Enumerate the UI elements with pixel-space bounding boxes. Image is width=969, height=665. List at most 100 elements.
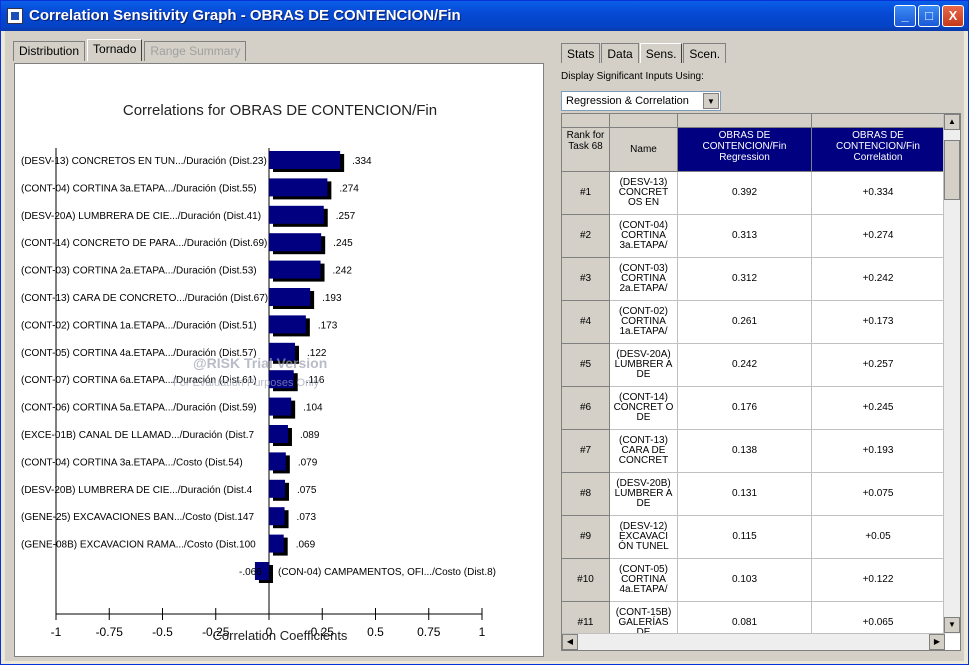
tab-scen[interactable]: Scen. [683, 43, 727, 63]
header-correlation[interactable]: OBRAS DE CONTENCION/Fin Correlation [812, 128, 945, 172]
tab-data[interactable]: Data [601, 43, 639, 63]
bar-value: .245 [333, 238, 353, 249]
bar [269, 534, 284, 553]
bar-label: (GENE-25) EXCAVACIONES BAN.../Costo (Dis… [21, 512, 254, 523]
name-cell: (DESV-13) CONCRET OS EN [610, 172, 678, 215]
correlation-cell: +0.122 [812, 559, 945, 602]
sensitivity-table[interactable]: Rank for Task 68 Name OBRAS DE CONTENCIO… [561, 113, 961, 651]
bar-label: (CONT-02) CORTINA 1a.ETAPA.../Duración (… [21, 320, 257, 331]
bar-label: (GENE-08B) EXCAVACION RAMA.../Costo (Dis… [21, 540, 256, 551]
bar-value: .104 [303, 403, 323, 414]
scroll-down-icon[interactable]: ▼ [944, 617, 960, 633]
name-cell: (CONT-13) CARA DE CONCRET [610, 430, 678, 473]
bar [269, 260, 321, 279]
correlation-cell: +0.245 [812, 387, 945, 430]
rank-cell: #2 [562, 215, 610, 258]
bar-value: .079 [298, 457, 318, 468]
bar [269, 315, 306, 334]
rank-cell: #4 [562, 301, 610, 344]
regression-cell: 0.242 [678, 344, 812, 387]
tab-tornado[interactable]: Tornado [87, 39, 143, 61]
name-cell: (CONT-14) CONCRET O DE [610, 387, 678, 430]
regression-cell: 0.138 [678, 430, 812, 473]
regression-cell: 0.313 [678, 215, 812, 258]
correlation-cell: +0.274 [812, 215, 945, 258]
close-button[interactable]: X [942, 5, 964, 27]
chevron-down-icon[interactable]: ▼ [703, 93, 719, 109]
app-icon[interactable] [7, 8, 23, 24]
bar-label: (CON-04) CAMPAMENTOS, OFI.../Costo (Dist… [278, 567, 496, 578]
regression-cell: 0.131 [678, 473, 812, 516]
scroll-thumb[interactable] [944, 140, 960, 200]
horizontal-scrollbar[interactable]: ◀ ▶ [562, 633, 945, 650]
name-cell: (CONT-02) CORTINA 1a.ETAPA/ [610, 301, 678, 344]
bar-label: (EXCE-01B) CANAL DE LLAMAD.../Duración (… [21, 430, 254, 441]
scroll-right-icon[interactable]: ▶ [929, 634, 945, 650]
bar-label: (CONT-03) CORTINA 2a.ETAPA.../Duración (… [21, 266, 257, 277]
tab-range-summary: Range Summary [144, 41, 247, 61]
rank-cell: #6 [562, 387, 610, 430]
bar-value: .193 [322, 293, 342, 304]
correlation-cell: +0.075 [812, 473, 945, 516]
bar-label: (CONT-13) CARA DE CONCRETO.../Duración (… [21, 293, 268, 304]
tab-distribution[interactable]: Distribution [13, 41, 86, 61]
graph-panel: Distribution Tornado Range Summary Corre… [9, 37, 547, 659]
bar-label: (CONT-04) CORTINA 3a.ETAPA.../Duración (… [21, 183, 257, 194]
scroll-left-icon[interactable]: ◀ [562, 634, 578, 650]
header-rank: Rank for Task 68 [562, 128, 610, 172]
name-cell: (CONT-05) CORTINA 4a.ETAPA/ [610, 559, 678, 602]
bar [269, 507, 285, 526]
results-tabs: Stats Data Sens. Scen. [561, 43, 727, 65]
minimize-button[interactable]: _ [894, 5, 916, 27]
tab-stats[interactable]: Stats [561, 43, 601, 63]
tornado-chart: -1 -0.75 -0.5 -0.25 0 0.25 0.5 0.75 1(DESV-13) C… [21, 148, 496, 639]
graph-tabs: Distribution Tornado Range Summary [13, 39, 248, 63]
watermark-text: @RISK Trial Version [193, 355, 327, 371]
vertical-scrollbar[interactable]: ▲ ▼ [943, 114, 960, 634]
bar-value: .173 [318, 320, 338, 331]
significant-inputs-select[interactable]: Regression & Correlation ▼ [561, 91, 721, 111]
rank-cell: #9 [562, 516, 610, 559]
tab-sens[interactable]: Sens. [639, 43, 683, 63]
maximize-button[interactable]: □ [918, 5, 940, 27]
bar-value: -.066 [239, 567, 262, 578]
regression-cell: 0.312 [678, 258, 812, 301]
sensitivity-window: Correlation Sensitivity Graph - OBRAS DE… [0, 0, 969, 665]
bar [269, 178, 328, 197]
bar-value: .242 [333, 266, 353, 277]
header-corner [562, 114, 610, 128]
header-blank [678, 114, 812, 128]
bar-value: .274 [339, 183, 359, 194]
regression-cell: 0.115 [678, 516, 812, 559]
bar-value: .257 [336, 211, 356, 222]
bar-label: (DESV-13) CONCRETOS EN TUN.../Duración (… [21, 156, 267, 167]
correlation-cell: +0.257 [812, 344, 945, 387]
chart-title: Correlations for OBRAS DE CONTENCION/Fin [122, 102, 438, 119]
bar-value: .075 [297, 485, 317, 496]
header-blank [812, 114, 945, 128]
watermark-text: For Evaluation Purposes Only [173, 377, 320, 389]
correlation-cell: +0.193 [812, 430, 945, 473]
regression-cell: 0.392 [678, 172, 812, 215]
window-title: Correlation Sensitivity Graph - OBRAS DE… [29, 7, 461, 24]
x-axis-title: Correlation Coefficients [212, 628, 348, 643]
rank-cell: #10 [562, 559, 610, 602]
bar-value: .334 [352, 156, 372, 167]
bar [269, 233, 322, 252]
bar [269, 397, 292, 416]
bar-label: (CONT-14) CONCRETO DE PARA.../Duración (… [21, 238, 267, 249]
bar-label: (DESV-20B) LUMBRERA DE CIE.../Duración (… [21, 485, 253, 496]
header-name[interactable]: Name [610, 128, 678, 172]
header-regression[interactable]: OBRAS DE CONTENCION/Fin Regression [678, 128, 812, 172]
bar [269, 205, 324, 224]
window-body: Distribution Tornado Range Summary Corre… [5, 31, 964, 661]
bar [269, 151, 341, 169]
bar [269, 288, 311, 306]
scroll-up-icon[interactable]: ▲ [944, 114, 960, 130]
bar-label: (DESV-20A) LUMBRERA DE CIE.../Duración (… [21, 211, 261, 222]
tornado-graph[interactable]: Correlations for OBRAS DE CONTENCION/Fin… [14, 63, 544, 657]
title-bar[interactable]: Correlation Sensitivity Graph - OBRAS DE… [1, 1, 968, 31]
bar-value: .089 [300, 430, 320, 441]
name-cell: (CONT-04) CORTINA 3a.ETAPA/ [610, 215, 678, 258]
bar-label: (CONT-04) CORTINA 3a.ETAPA.../Costo (Dis… [21, 457, 243, 468]
